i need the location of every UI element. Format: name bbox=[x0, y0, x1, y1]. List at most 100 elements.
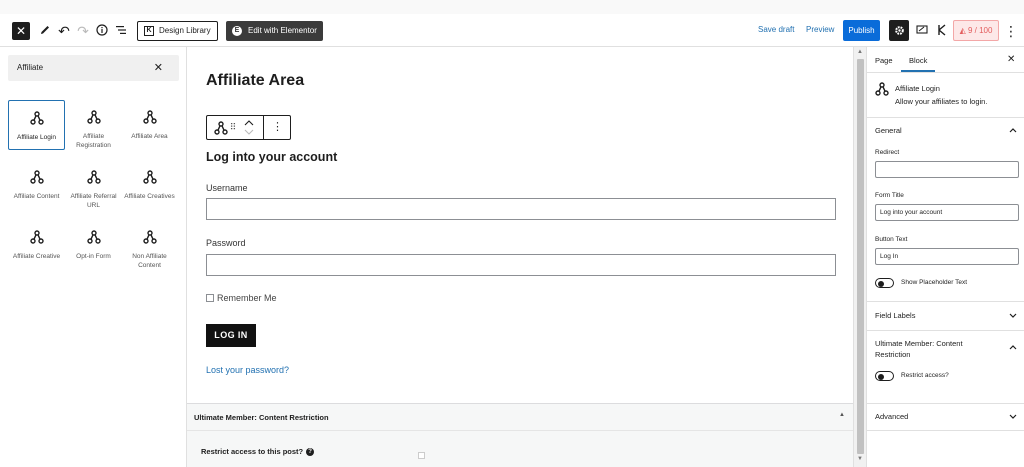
block-item-label: Affiliate Area bbox=[131, 133, 168, 140]
affiliate-block-icon bbox=[875, 82, 889, 96]
um-restriction-panel-toggle[interactable]: Ultimate Member: Content Restriction bbox=[875, 338, 963, 360]
block-item-label: Non Affiliate Content bbox=[132, 253, 167, 269]
block-item[interactable]: Affiliate Login bbox=[8, 100, 65, 150]
clear-search-icon[interactable]: ✕ bbox=[154, 61, 163, 74]
chevron-up-icon[interactable] bbox=[1009, 344, 1017, 350]
block-item-label: Affiliate Creative bbox=[12, 253, 61, 260]
canvas-scrollbar[interactable]: ▲ ▼ bbox=[853, 47, 866, 467]
info-icon[interactable] bbox=[94, 22, 110, 40]
chevron-down-icon[interactable] bbox=[1009, 414, 1017, 420]
block-item-label: Affiliate Login bbox=[17, 134, 56, 141]
block-card-title: Affiliate Login bbox=[895, 84, 940, 93]
close-inserter-button[interactable]: ✕ bbox=[12, 22, 30, 40]
affiliate-block-icon bbox=[142, 110, 157, 124]
block-item-label: Affiliate Referral URL bbox=[70, 193, 117, 209]
editor-canvas: Affiliate Area ⠿ ⋮ Log into your account… bbox=[187, 47, 853, 467]
general-panel-toggle[interactable]: General bbox=[875, 125, 902, 136]
edit-with-elementor-button[interactable]: E Edit with Elementor bbox=[226, 21, 323, 41]
password-input[interactable] bbox=[206, 254, 836, 276]
password-label: Password bbox=[206, 238, 246, 248]
sidebar-divider bbox=[867, 330, 1024, 331]
pencil-icon[interactable] bbox=[37, 22, 53, 40]
close-sidebar-icon[interactable]: ✕ bbox=[1007, 54, 1015, 65]
seo-score: 9 / 100 bbox=[967, 26, 993, 35]
restrict-access-checkbox[interactable] bbox=[418, 452, 425, 459]
block-item[interactable]: Affiliate Area bbox=[121, 100, 178, 150]
page-title[interactable]: Affiliate Area bbox=[206, 72, 304, 90]
block-item[interactable]: Affiliate Registration bbox=[65, 100, 122, 150]
chevron-down-icon bbox=[244, 129, 254, 135]
block-item[interactable]: Affiliate Content bbox=[8, 160, 65, 210]
browser-top-strip bbox=[0, 0, 1024, 14]
remember-me-checkbox[interactable] bbox=[206, 294, 214, 302]
undo-icon[interactable]: ↶ bbox=[56, 22, 72, 40]
advanced-panel-toggle[interactable]: Advanced bbox=[875, 411, 908, 422]
settings-sidebar: Page Block ✕ Affiliate Login Allow your … bbox=[866, 47, 1024, 467]
login-form-heading: Log into your account bbox=[206, 150, 338, 164]
block-search-input[interactable]: Affiliate ✕ bbox=[8, 55, 179, 81]
save-draft-button[interactable]: Save draft bbox=[758, 24, 794, 36]
username-input[interactable] bbox=[206, 198, 836, 220]
settings-gear-button[interactable] bbox=[889, 20, 909, 41]
drag-handle-icon[interactable]: ⠿ bbox=[228, 116, 238, 139]
form-title-label: Form Title bbox=[875, 192, 904, 199]
affiliate-block-icon bbox=[142, 170, 157, 184]
chevron-up-icon bbox=[244, 120, 254, 126]
chevron-down-icon[interactable] bbox=[1009, 313, 1017, 319]
affiliate-block-icon bbox=[214, 121, 228, 135]
affiliate-block-icon bbox=[142, 230, 157, 244]
block-inserter-panel: Affiliate ✕ Affiliate Login Affiliate Reg… bbox=[0, 47, 187, 467]
preview-button[interactable]: Preview bbox=[806, 24, 834, 36]
block-item[interactable]: Affiliate Referral URL bbox=[65, 160, 122, 210]
scroll-thumb[interactable] bbox=[857, 59, 864, 454]
more-options-icon[interactable]: ⋮ bbox=[1003, 22, 1019, 40]
chevron-up-icon[interactable] bbox=[1009, 127, 1017, 133]
remember-me-row[interactable]: Remember Me bbox=[206, 293, 277, 303]
button-text-input[interactable]: Log In bbox=[875, 248, 1019, 265]
field-labels-panel-toggle[interactable]: Field Labels bbox=[875, 310, 915, 321]
scroll-up-arrow-icon[interactable]: ▲ bbox=[857, 49, 863, 55]
move-up-down-control[interactable] bbox=[243, 116, 255, 139]
redirect-input[interactable] bbox=[875, 161, 1019, 178]
list-view-icon[interactable] bbox=[113, 22, 129, 40]
lost-password-link[interactable]: Lost your password? bbox=[206, 365, 289, 375]
form-title-input[interactable]: Log into your account bbox=[875, 204, 1019, 221]
block-item-label: Affiliate Content bbox=[13, 193, 60, 200]
block-item[interactable]: Non Affiliate Content bbox=[121, 220, 178, 270]
sidebar-divider bbox=[867, 72, 1024, 73]
edit-elementor-label: Edit with Elementor bbox=[248, 26, 317, 35]
affiliate-block-icon bbox=[86, 170, 101, 184]
affiliate-block-icon bbox=[29, 230, 44, 244]
scroll-down-arrow-icon[interactable]: ▼ bbox=[857, 456, 863, 462]
block-toolbar: ⠿ ⋮ bbox=[206, 115, 291, 140]
restrict-access-toggle[interactable] bbox=[875, 371, 894, 381]
show-placeholder-toggle[interactable] bbox=[875, 278, 894, 288]
tab-page[interactable]: Page bbox=[875, 56, 893, 65]
block-item[interactable]: Opt-in Form bbox=[65, 220, 122, 270]
seo-score-badge[interactable]: ◭ 9 / 100 bbox=[953, 20, 999, 41]
metabox-divider bbox=[187, 430, 853, 431]
block-item[interactable]: Affiliate Creatives bbox=[121, 160, 178, 210]
um-section-title-line1: Ultimate Member: Content bbox=[875, 339, 963, 348]
monitor-icon[interactable] bbox=[914, 22, 930, 40]
search-value: Affiliate bbox=[17, 63, 44, 72]
kadence-k-icon[interactable] bbox=[934, 22, 950, 40]
help-icon[interactable]: ? bbox=[306, 447, 315, 456]
sidebar-divider bbox=[867, 403, 1024, 404]
show-placeholder-label: Show Placeholder Text bbox=[901, 279, 968, 286]
login-button[interactable]: LOG IN bbox=[206, 324, 256, 347]
um-section-title-line2: Restriction bbox=[875, 350, 911, 359]
metabox-title[interactable]: Ultimate Member: Content Restriction bbox=[194, 413, 329, 422]
content-restriction-metabox: Ultimate Member: Content Restriction ▲ R… bbox=[187, 403, 853, 467]
editor-toolbar: ✕ ↶ ↷ K Design Library E Edit with Eleme… bbox=[0, 14, 1024, 47]
block-options-icon[interactable]: ⋮ bbox=[264, 116, 291, 139]
affiliate-block-icon bbox=[86, 110, 101, 124]
block-item[interactable]: Affiliate Creative bbox=[8, 220, 65, 270]
block-item-label: Opt-in Form bbox=[76, 253, 111, 260]
redo-icon[interactable]: ↷ bbox=[75, 22, 91, 40]
publish-button[interactable]: Publish bbox=[843, 20, 880, 41]
design-library-button[interactable]: K Design Library bbox=[137, 21, 218, 41]
tab-block[interactable]: Block bbox=[909, 56, 927, 65]
block-card-description: Allow your affiliates to login. bbox=[895, 97, 988, 106]
collapse-caret-icon[interactable]: ▲ bbox=[839, 412, 845, 418]
